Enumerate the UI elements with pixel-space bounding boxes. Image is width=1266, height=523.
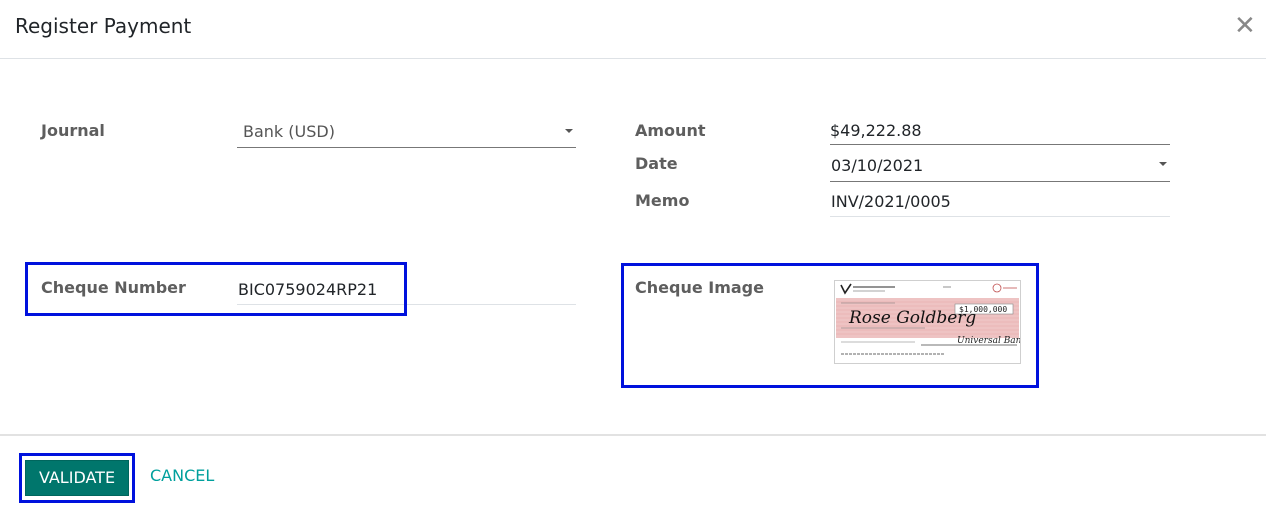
cheque-image-highlight xyxy=(621,263,1039,388)
dialog-header: Register Payment ✕ xyxy=(0,0,1266,59)
cheque-number-highlight xyxy=(25,262,407,316)
validate-button[interactable]: VALIDATE xyxy=(25,460,129,496)
amount-field[interactable]: $49,222.88 xyxy=(830,119,1170,145)
amount-value: $49,222.88 xyxy=(830,121,922,140)
cancel-button[interactable]: CANCEL xyxy=(150,466,214,485)
memo-value: INV/2021/0005 xyxy=(831,192,951,211)
date-value: 03/10/2021 xyxy=(831,156,924,175)
amount-label: Amount xyxy=(635,121,706,140)
journal-select[interactable]: Bank (USD) xyxy=(237,119,576,148)
close-icon[interactable]: ✕ xyxy=(1234,12,1256,40)
dialog-title: Register Payment xyxy=(15,14,192,38)
memo-label: Memo xyxy=(635,191,690,210)
journal-value: Bank (USD) xyxy=(243,122,335,141)
chevron-down-icon xyxy=(1159,162,1167,166)
journal-label: Journal xyxy=(41,121,105,140)
chevron-down-icon xyxy=(565,129,573,133)
date-label: Date xyxy=(635,154,678,173)
memo-field[interactable]: INV/2021/0005 xyxy=(830,189,1170,217)
date-field[interactable]: 03/10/2021 xyxy=(830,152,1170,182)
